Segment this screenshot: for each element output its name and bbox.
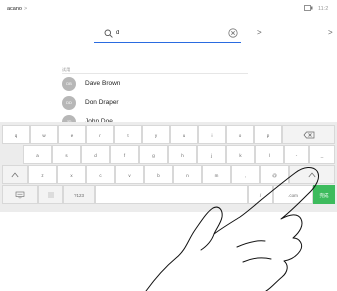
dotcom-key[interactable]: .com xyxy=(273,185,313,204)
keyboard-row: a s d f g h j k l - _ xyxy=(0,145,337,164)
search-underline xyxy=(94,42,241,43)
clear-search-icon[interactable] xyxy=(228,28,238,38)
key-l[interactable]: l xyxy=(255,145,284,164)
key-w[interactable]: w xyxy=(30,125,58,144)
key-o[interactable]: o xyxy=(226,125,254,144)
status-bar: acano > 11:2 xyxy=(0,0,337,22)
key-n[interactable]: n xyxy=(173,165,202,184)
key-hyphen[interactable]: - xyxy=(284,145,309,164)
keyboard-row: ?123 / .com 完成 xyxy=(0,185,337,204)
key-h[interactable]: h xyxy=(168,145,197,164)
key-t[interactable]: t xyxy=(114,125,142,144)
hide-keyboard-key[interactable] xyxy=(2,185,38,204)
keyboard-hide-icon xyxy=(15,191,25,198)
space-bar[interactable] xyxy=(95,185,248,204)
key-d[interactable]: d xyxy=(81,145,110,164)
key-slash[interactable]: / xyxy=(248,185,273,204)
brand-name: acano xyxy=(7,6,22,12)
touch-screen: acano> 11:2 > > 试用 DB Dave Brown DD Don … xyxy=(0,0,337,212)
brand-logo: acano > xyxy=(7,6,27,12)
key-underscore[interactable]: _ xyxy=(309,145,335,164)
shift-key[interactable] xyxy=(2,165,28,184)
key-c[interactable]: c xyxy=(86,165,115,184)
backspace-icon xyxy=(303,131,314,138)
avatar: DD xyxy=(62,96,76,110)
backspace-key[interactable] xyxy=(282,125,335,144)
key-k[interactable]: k xyxy=(226,145,255,164)
key-p[interactable]: p xyxy=(254,125,282,144)
key-x[interactable]: x xyxy=(57,165,86,184)
key-g[interactable]: g xyxy=(139,145,168,164)
key-i[interactable]: i xyxy=(198,125,226,144)
key-u[interactable]: u xyxy=(170,125,198,144)
key-at[interactable]: @ xyxy=(260,165,289,184)
key-b[interactable]: b xyxy=(144,165,173,184)
clock: 11:2 xyxy=(318,6,329,12)
shift-icon xyxy=(308,171,316,177)
key-a[interactable]: a xyxy=(23,145,52,164)
avatar: DB xyxy=(62,77,76,91)
search-input[interactable] xyxy=(116,27,211,39)
call-status-icon xyxy=(304,5,313,11)
key-r[interactable]: r xyxy=(86,125,114,144)
keyboard-row: q w e r t y u i o p xyxy=(0,125,337,144)
key-comma[interactable]: , xyxy=(231,165,260,184)
search-icon xyxy=(104,29,113,38)
done-key[interactable]: 完成 xyxy=(313,185,335,204)
key-z[interactable]: z xyxy=(28,165,57,184)
numbers-key[interactable]: ?123 xyxy=(63,185,95,204)
contact-name: Dave Brown xyxy=(85,80,121,87)
key-s[interactable]: s xyxy=(52,145,81,164)
key-e[interactable]: e xyxy=(58,125,86,144)
brand-chevron: > xyxy=(24,6,28,12)
key-y[interactable]: y xyxy=(142,125,170,144)
shift-key-right[interactable] xyxy=(289,165,335,184)
search-bar: > > xyxy=(94,26,337,40)
key-v[interactable]: v xyxy=(115,165,144,184)
chevron-right-icon[interactable]: > xyxy=(257,28,265,38)
key-q[interactable]: q xyxy=(2,125,30,144)
chevron-right-icon[interactable]: > xyxy=(328,28,336,38)
emoji-icon xyxy=(48,192,53,197)
key-j[interactable]: j xyxy=(197,145,226,164)
keyboard-row: z x c v b n m , @ xyxy=(0,165,337,184)
section-divider xyxy=(62,73,248,74)
on-screen-keyboard: q w e r t y u i o p a s d f g h j k l - … xyxy=(0,122,337,212)
contact-name: Don Draper xyxy=(85,99,119,106)
shift-icon xyxy=(11,171,19,177)
emoji-key[interactable] xyxy=(38,185,63,204)
key-f[interactable]: f xyxy=(110,145,139,164)
key-m[interactable]: m xyxy=(202,165,231,184)
